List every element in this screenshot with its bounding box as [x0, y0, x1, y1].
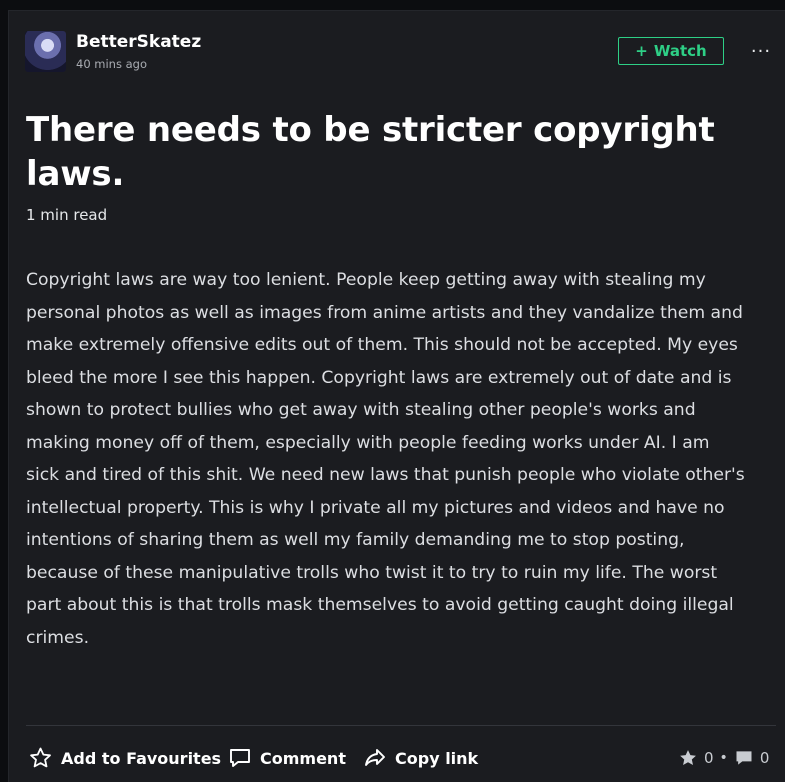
- post-timestamp: 40 mins ago: [76, 57, 148, 71]
- post-body: Copyright laws are way too lenient. Peop…: [26, 270, 745, 648]
- read-time: 1 min read: [26, 206, 108, 224]
- more-options-button[interactable]: ···: [748, 38, 774, 64]
- stats-separator: •: [719, 750, 728, 766]
- comments-count: 0: [759, 749, 770, 767]
- comment-button[interactable]: Comment: [228, 745, 346, 771]
- comment-label: Comment: [260, 748, 346, 768]
- add-to-favourites-button[interactable]: Add to Favourites: [28, 745, 221, 771]
- share-arrow-icon: [365, 749, 385, 766]
- favourites-count: 0: [704, 749, 714, 767]
- star-outline-icon: [30, 747, 51, 768]
- plus-icon: +: [635, 42, 648, 60]
- more-dots-icon: ···: [750, 40, 772, 62]
- speech-bubble-icon: [230, 749, 250, 767]
- speech-bubble-filled-icon: [736, 751, 752, 765]
- favourites-label: Add to Favourites: [61, 748, 222, 768]
- watch-button[interactable]: + Watch: [618, 37, 724, 65]
- copy-link-label: Copy link: [395, 748, 479, 768]
- avatar[interactable]: [25, 31, 66, 72]
- post-title: There needs to be stricter copyright law…: [26, 110, 715, 194]
- copy-link-button[interactable]: Copy link: [363, 745, 478, 771]
- post-stats: 0 • 0: [678, 745, 769, 771]
- star-filled-icon: [680, 750, 696, 765]
- author-name[interactable]: BetterSkatez: [76, 32, 201, 52]
- watch-label: Watch: [653, 42, 707, 60]
- divider: [26, 725, 776, 726]
